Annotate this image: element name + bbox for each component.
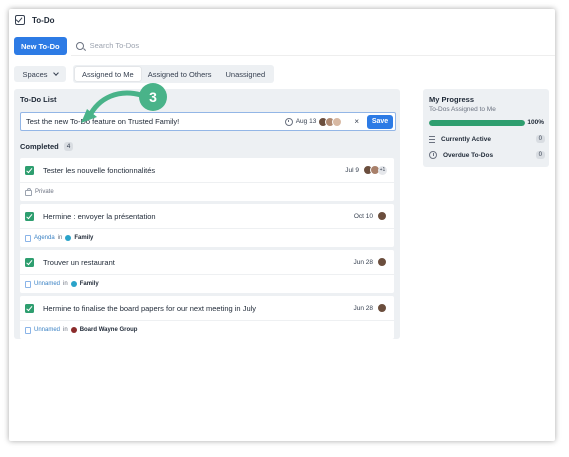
currently-active-row[interactable]: Currently Active 0 — [429, 135, 545, 143]
checkbox-checked[interactable] — [25, 165, 34, 175]
overdue-row[interactable]: Overdue To-Dos 0 — [429, 151, 545, 159]
spaces-label: Spaces — [22, 69, 48, 79]
source-link[interactable]: Unnamed — [34, 281, 60, 287]
todo-date: Oct 10 — [353, 212, 373, 220]
source-link[interactable]: Unnamed — [34, 327, 60, 333]
chevron-down-icon — [52, 70, 59, 76]
document-icon — [25, 280, 31, 288]
list-item[interactable]: Tester les nouvelle fonctionnalités Jul … — [20, 158, 394, 201]
list-item[interactable]: Trouver un restaurant Jun 28 Unnamed in … — [20, 250, 394, 293]
search-bar[interactable]: Search To-Dos — [70, 37, 555, 56]
progress-bar — [429, 120, 525, 126]
progress-bar-fill — [429, 120, 525, 126]
space-name: Board Wayne Group — [79, 327, 138, 333]
list-item[interactable]: Hermine to finalise the board papers for… — [20, 296, 394, 339]
assignee-avatars — [377, 211, 387, 221]
app-title: To-Do — [32, 15, 55, 25]
toolbar: New To-Do Search To-Dos — [14, 37, 555, 56]
alert-icon — [429, 151, 437, 159]
spaces-dropdown[interactable]: Spaces — [14, 66, 66, 82]
overdue-count: 0 — [535, 151, 545, 159]
todo-date: Jul 9 — [345, 166, 359, 174]
space-icon — [70, 281, 77, 287]
checkbox-checked[interactable] — [25, 257, 34, 267]
progress-percent: 100% — [527, 119, 544, 126]
clock-icon[interactable] — [284, 117, 293, 126]
more-assignees-badge: +1 — [378, 165, 387, 175]
cancel-button[interactable]: × — [354, 117, 359, 126]
source-link[interactable]: Agenda — [34, 235, 55, 241]
todo-title[interactable]: Tester les nouvelle fonctionnalités — [43, 166, 345, 175]
checkbox-checked[interactable] — [25, 303, 34, 313]
todo-date: Jun 28 — [353, 258, 373, 266]
todo-list-title: To-Do List — [20, 95, 57, 104]
progress-title: My Progress — [429, 95, 475, 104]
space-name: Family — [79, 281, 99, 287]
filter-row: Spaces Assigned to Me Assigned to Others… — [14, 65, 275, 83]
title-bar: To-Do — [9, 9, 555, 31]
todo-list-panel: To-Do List Test the new To-Do feature on… — [14, 89, 400, 339]
tab-unassigned[interactable]: Unassigned — [219, 67, 273, 81]
list-icon — [429, 135, 435, 143]
space-icon — [65, 235, 72, 241]
space-icon — [70, 327, 77, 333]
progress-subtitle: To-Dos Assigned to Me — [429, 106, 496, 113]
new-todo-row: Test the new To-Do feature on Trusted Fa… — [20, 112, 396, 131]
avatar — [377, 257, 387, 267]
assignment-tabs: Assigned to Me Assigned to Others Unassi… — [73, 65, 275, 83]
tab-assigned-to-me[interactable]: Assigned to Me — [75, 67, 141, 81]
in-label: in — [63, 281, 68, 287]
overdue-label: Overdue To-Dos — [443, 151, 494, 159]
avatar — [332, 116, 343, 127]
assignee-avatars[interactable] — [318, 116, 343, 127]
completed-count: 4 — [63, 142, 74, 151]
document-icon — [25, 234, 31, 242]
assignee-avatars — [377, 257, 387, 267]
avatar — [377, 211, 387, 221]
document-icon — [25, 326, 31, 334]
lock-icon — [25, 188, 32, 196]
completed-section-header[interactable]: Completed 4 — [20, 142, 74, 151]
app-window: To-Do New To-Do Search To-Dos Spaces Ass… — [9, 9, 555, 441]
todo-title[interactable]: Hermine to finalise the board papers for… — [43, 304, 353, 313]
assignee-avatars: +1 — [363, 165, 387, 175]
todo-title[interactable]: Trouver un restaurant — [43, 258, 353, 267]
new-todo-input[interactable]: Test the new To-Do feature on Trusted Fa… — [26, 117, 285, 126]
space-name: Family — [74, 235, 94, 241]
my-progress-panel: My Progress To-Dos Assigned to Me 100% C… — [423, 89, 549, 167]
todo-date: Jun 28 — [353, 304, 373, 312]
checkbox-checked[interactable] — [25, 211, 34, 221]
in-label: in — [57, 235, 63, 241]
assignee-avatars — [377, 303, 387, 313]
search-input[interactable]: Search To-Dos — [90, 41, 139, 50]
completed-label: Completed — [20, 142, 59, 151]
avatar — [377, 303, 387, 313]
new-todo-button[interactable]: New To-Do — [14, 37, 67, 55]
due-date[interactable]: Aug 13 — [296, 118, 317, 125]
todo-title[interactable]: Hermine : envoyer la présentation — [43, 212, 354, 221]
search-icon — [75, 41, 84, 50]
currently-active-count: 0 — [535, 135, 545, 143]
private-label: Private — [35, 189, 54, 195]
step-callout-badge: 3 — [139, 83, 167, 111]
in-label: in — [63, 327, 68, 333]
tab-assigned-to-others[interactable]: Assigned to Others — [141, 67, 219, 81]
list-item[interactable]: Hermine : envoyer la présentation Oct 10… — [20, 204, 394, 247]
currently-active-label: Currently Active — [441, 135, 491, 143]
todo-checkbox-icon — [15, 15, 25, 25]
save-button[interactable]: Save — [367, 114, 393, 129]
